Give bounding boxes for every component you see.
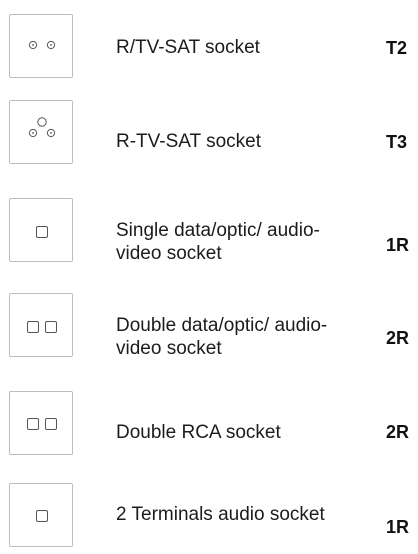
item-code: 2R (386, 328, 410, 348)
item-code: 2R (386, 422, 410, 442)
socket-plate (9, 483, 73, 547)
socket-plate (9, 100, 73, 164)
socket-plate (9, 391, 73, 455)
single-square-socket-icon (36, 510, 48, 522)
socket-plate (9, 293, 73, 357)
item-label: 2 Terminals audio socket (116, 504, 325, 525)
double-square-socket-icon (27, 418, 57, 430)
item-label: Double data/optic/ audio-video socket (116, 315, 328, 359)
item-code: T3 (386, 132, 408, 152)
r-tv-sat-socket-icon (28, 40, 56, 50)
item-label: R/TV-SAT socket (116, 37, 260, 58)
item-label: Double RCA socket (116, 422, 281, 443)
r-tv-sat-socket-icon (28, 117, 56, 138)
item-code: 1R (386, 235, 410, 255)
double-square-socket-icon (27, 321, 57, 333)
socket-plate (9, 198, 73, 262)
item-code: T2 (386, 38, 408, 58)
item-label: Single data/optic/ audio-video socket (116, 220, 320, 264)
item-code: 1R (386, 517, 410, 537)
item-label: R-TV-SAT socket (116, 131, 261, 152)
socket-plate (9, 14, 73, 78)
single-square-socket-icon (36, 226, 48, 238)
